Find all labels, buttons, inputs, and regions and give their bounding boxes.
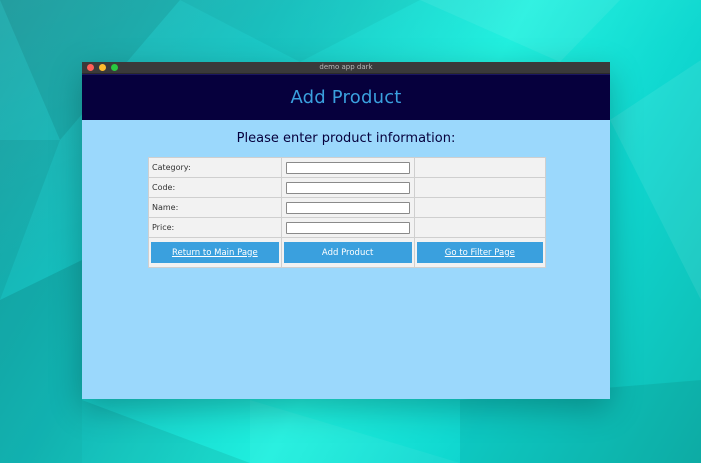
code-label: Code: [148, 177, 282, 198]
category-input[interactable] [285, 161, 410, 174]
code-input[interactable] [285, 181, 410, 194]
go-to-filter-button[interactable]: Go to Filter Page [416, 242, 543, 263]
price-row: Price: [148, 217, 547, 238]
category-row: Category: [148, 157, 547, 178]
name-row: Name: [148, 197, 547, 218]
product-form: Category: Code: Name: Price: Return to M [148, 157, 547, 268]
window-titlebar[interactable]: demo app dark [82, 62, 610, 74]
code-row: Code: [148, 177, 547, 198]
name-input[interactable] [285, 201, 410, 214]
button-row: Return to Main Page Add Product Go to Fi… [148, 237, 547, 268]
price-input[interactable] [285, 221, 410, 234]
page-title: Add Product [290, 87, 402, 108]
app-window: demo app dark Add Product Please enter p… [82, 62, 610, 399]
category-label: Category: [148, 157, 282, 178]
form-heading: Please enter product information: [236, 131, 456, 146]
main-content: Please enter product information: Catego… [82, 120, 610, 268]
price-label: Price: [148, 217, 282, 238]
add-product-button[interactable]: Add Product [283, 242, 412, 263]
return-to-main-button[interactable]: Return to Main Page [151, 242, 279, 263]
page-header: Add Product [82, 74, 610, 120]
name-label: Name: [148, 197, 282, 218]
window-title: demo app dark [319, 63, 373, 71]
